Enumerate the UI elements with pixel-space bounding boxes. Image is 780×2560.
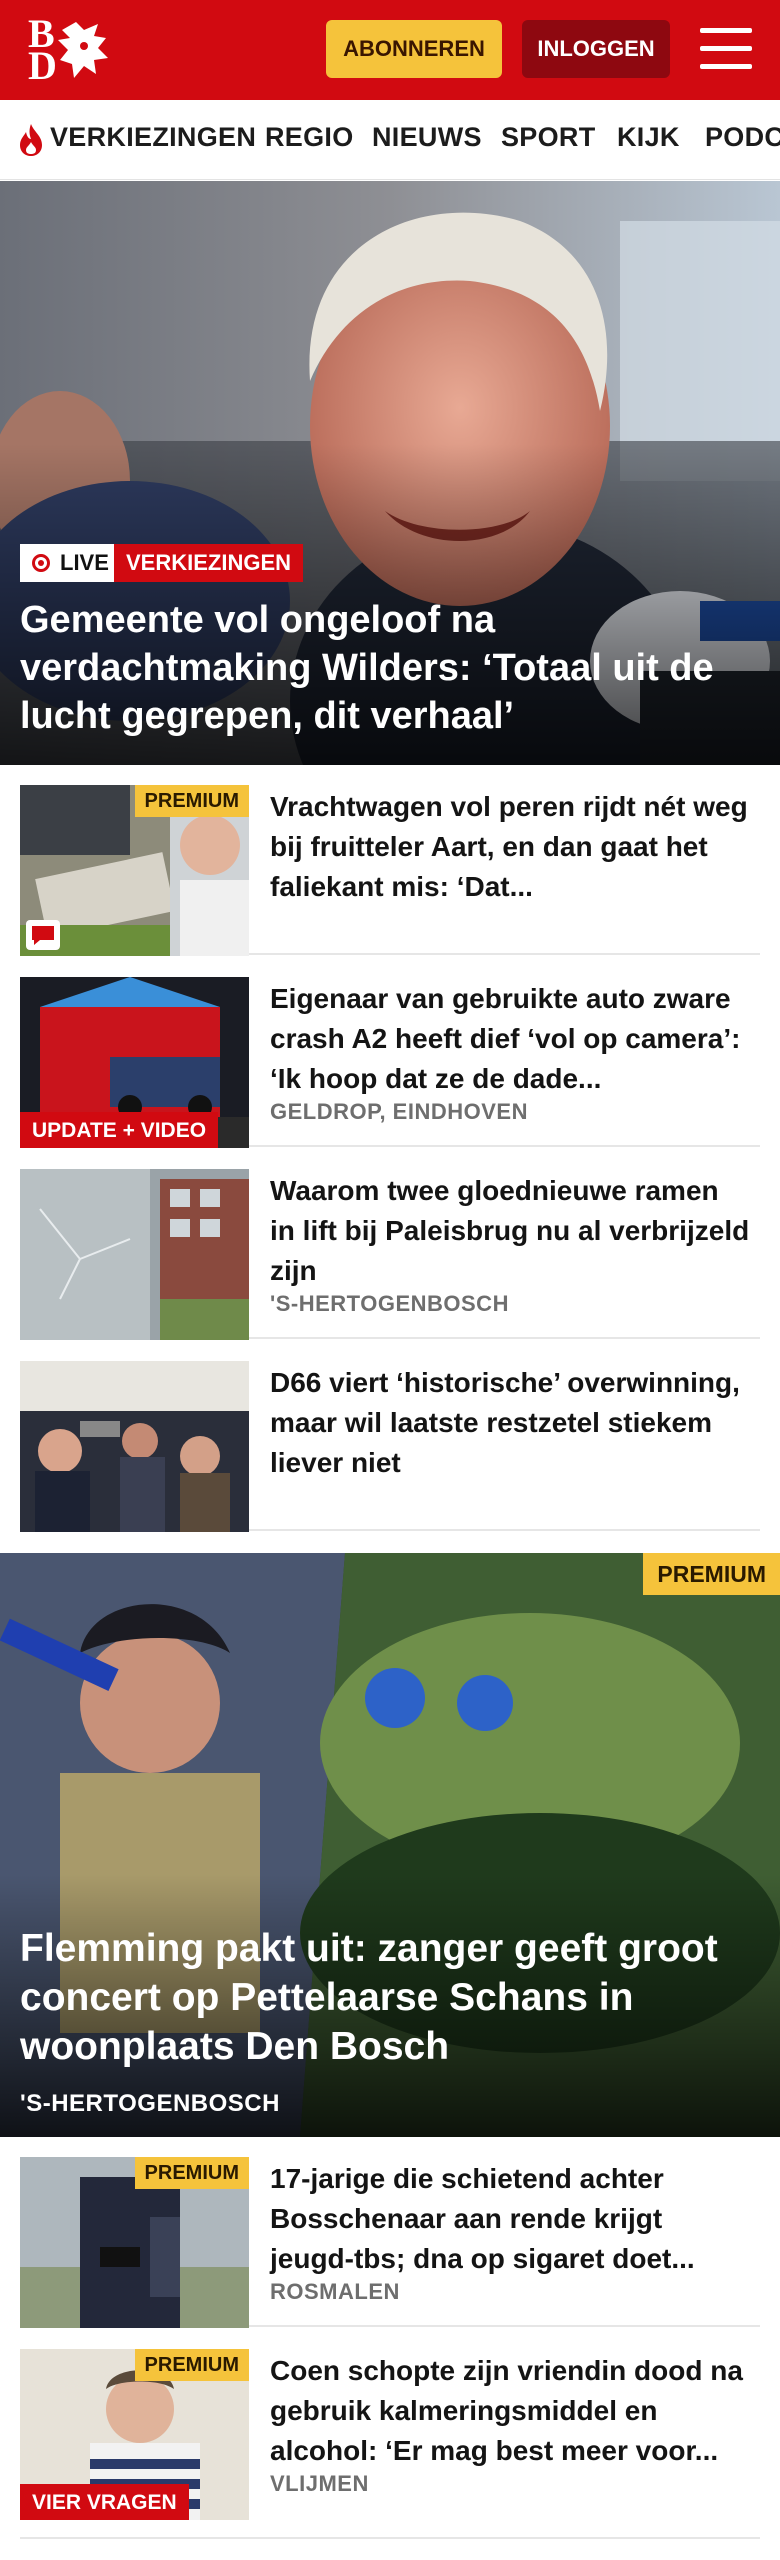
premium-badge: PREMIUM (134, 785, 249, 817)
nav-item-podcast[interactable]: PODC (705, 122, 780, 153)
nav-item-kijk[interactable]: KIJK (617, 122, 680, 153)
top-header: B D ABONNEREN INLOGGEN (0, 0, 780, 100)
list-item[interactable]: PREMIUM Vrachtwagen vol peren rijdt nét … (20, 765, 760, 956)
featured-headline[interactable]: Flemming pakt uit: zanger geeft groot co… (20, 1924, 760, 2071)
premium-badge: PREMIUM (134, 2157, 249, 2189)
premium-badge: PREMIUM (643, 1553, 780, 1595)
article-thumbnail: PREMIUM VIER VRAGEN (20, 2349, 249, 2520)
vier-vragen-badge: VIER VRAGEN (20, 2484, 189, 2520)
list-item[interactable]: Waarom twee gloednieuwe ramen in lift bi… (20, 1149, 760, 1340)
list-item[interactable]: PREMIUM 17-jarige die schietend achter B… (20, 2137, 760, 2328)
list-item[interactable]: PREMIUM VIER VRAGEN Coen schopte zijn vr… (20, 2329, 760, 2539)
topic-badge[interactable]: VERKIEZINGEN (114, 544, 304, 582)
hero-headline[interactable]: Gemeente vol ongeloof na verdachtmaking … (20, 596, 760, 740)
subscribe-button[interactable]: ABONNEREN (326, 20, 502, 78)
article-title[interactable]: Vrachtwagen vol peren rijdt nét weg bij … (270, 787, 750, 907)
article-title[interactable]: 17-jarige die schietend achter Bosschena… (270, 2159, 750, 2279)
article-title[interactable]: Coen schopte zijn vriendin dood na gebru… (270, 2351, 750, 2471)
live-indicator-icon (32, 554, 50, 572)
article-title[interactable]: D66 viert ‘historische’ overwin­ning, ma… (270, 1363, 750, 1483)
list-item[interactable]: D66 viert ‘historische’ overwin­ning, ma… (20, 1341, 760, 1532)
login-button[interactable]: INLOGGEN (522, 20, 670, 78)
bd-logo[interactable]: B D (24, 14, 116, 86)
article-thumbnail: UPDATE + VIDEO (20, 977, 249, 1148)
article-location: 'S-HERTOGENBOSCH (270, 1291, 509, 1316)
featured-location: 'S-HERTOGENBOSCH (20, 2090, 280, 2117)
article-thumbnail: PREMIUM (20, 2157, 249, 2328)
section-nav: VERKIEZINGEN REGIO NIEUWS SPORT KIJK POD… (0, 100, 780, 180)
comment-icon[interactable] (26, 920, 60, 950)
flame-icon (20, 124, 42, 156)
article-thumbnail (20, 1169, 249, 1340)
article-location: ROSMALEN (270, 2279, 400, 2304)
live-label: LIVE (60, 550, 109, 575)
article-thumbnail: PREMIUM (20, 785, 249, 956)
logo-letter-d: D (28, 43, 57, 88)
nav-item-verkiezingen[interactable]: VERKIEZINGEN (50, 122, 256, 153)
article-title[interactable]: Waarom twee gloednieuwe ramen in lift bi… (270, 1171, 750, 1291)
nav-item-regio[interactable]: REGIO (265, 122, 354, 153)
article-location: GELDROP, EINDHOVEN (270, 1099, 528, 1124)
list-item[interactable]: UPDATE + VIDEO Eigenaar van gebruikte au… (20, 957, 760, 1148)
article-location: VLIJMEN (270, 2471, 369, 2496)
dragon-logo-icon (58, 22, 108, 78)
update-video-badge: UPDATE + VIDEO (20, 1112, 219, 1148)
nav-item-sport[interactable]: SPORT (501, 122, 596, 153)
premium-badge: PREMIUM (134, 2349, 249, 2381)
live-badge: LIVE (20, 544, 119, 582)
nav-item-nieuws[interactable]: NIEUWS (372, 122, 482, 153)
hamburger-menu-icon[interactable] (700, 26, 752, 72)
article-title[interactable]: Eigenaar van gebruikte auto zware crash … (270, 979, 750, 1099)
article-thumbnail (20, 1361, 249, 1532)
